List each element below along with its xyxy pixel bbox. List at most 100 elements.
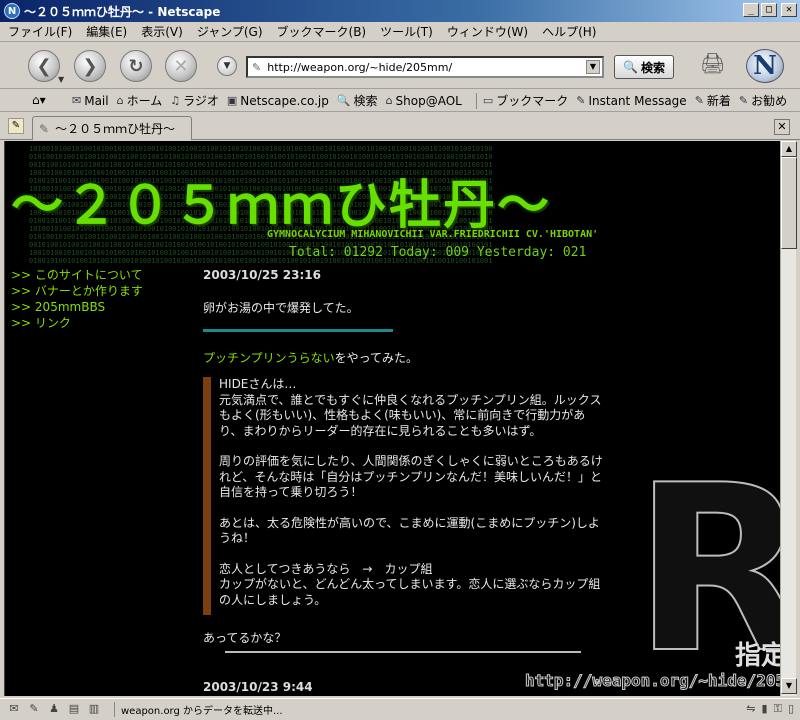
nav-link-about[interactable]: >> このサイトについて <box>11 267 143 283</box>
entry-date: 2003/10/25 23:16 <box>203 268 321 282</box>
new-tab-icon[interactable]: ✎ <box>8 118 24 134</box>
access-counter: Total: 01292 Today: 009 Yesterday: 021 <box>289 245 587 260</box>
search-button[interactable]: 🔍 検索 <box>614 55 674 79</box>
pudding-fortune-link[interactable]: プッチンプリンうらない <box>203 351 335 365</box>
tab-active[interactable]: ✎ ～２０５ｍｍひ牡丹～ <box>32 116 192 140</box>
reload-button[interactable]: ↻ <box>120 50 152 82</box>
personal-toolbar: ⌂▾ ✉ Mail ⌂ ホーム ♫ ラジオ ▣ Netscape.co.jp 🔍 検索 ⌂… <box>0 90 800 112</box>
pbar-mail[interactable]: ✉ Mail <box>72 94 109 108</box>
vertical-scrollbar[interactable]: ▲ ▼ <box>780 141 797 696</box>
url-bar: ✎ ▼ <box>246 56 604 78</box>
forward-button[interactable]: ❯ <box>74 50 106 82</box>
stop-icon: ✕ <box>173 55 189 77</box>
lock-icon: ⚿ <box>773 702 782 715</box>
print-icon[interactable]: 🖨 <box>700 51 728 77</box>
pbar-bookmarks[interactable]: ▭ ブックマーク <box>483 92 568 109</box>
site-logo-title: ～２０５ｍｍひ牡丹～ <box>11 176 552 236</box>
menu-view[interactable]: 表示(V) <box>141 23 183 40</box>
back-arrow-icon: ❮ <box>36 55 52 77</box>
r-rating-url: http://weapon.org/~hide/205mm <box>524 671 780 691</box>
netscape-app-icon[interactable]: N <box>4 3 20 19</box>
home-menu-icon[interactable]: ⌂▾ <box>32 93 46 107</box>
window-controls: _ □ ✕ <box>743 3 797 17</box>
netscape-logo[interactable]: N <box>746 49 784 83</box>
tab-bar: ✎ ✎ ～２０５ｍｍひ牡丹～ ✕ <box>0 113 800 140</box>
aim-icon[interactable]: ♟ <box>46 702 62 718</box>
window-titlebar[interactable]: N ～２０５ｍｍひ牡丹～ - Netscape _ □ ✕ <box>0 0 800 22</box>
nav-link-links[interactable]: >> リンク <box>11 315 143 331</box>
forward-arrow-icon: ❯ <box>82 55 98 77</box>
pbar-netscape[interactable]: ▣ Netscape.co.jp <box>227 94 329 108</box>
menu-help[interactable]: ヘルプ(H) <box>542 23 596 40</box>
menu-window[interactable]: ウィンドウ(W) <box>447 23 528 40</box>
page-icon: ✎ <box>39 121 50 136</box>
progress-icon: ▯ <box>787 702 794 715</box>
scroll-down-button[interactable]: ▼ <box>781 678 797 694</box>
close-tab-button[interactable]: ✕ <box>774 119 790 135</box>
entry-text: あってるかな？ <box>203 631 287 645</box>
menu-file[interactable]: ファイル(F) <box>8 23 72 40</box>
pbar-radio[interactable]: ♫ ラジオ <box>170 92 219 109</box>
bookmark-icon: ✎ <box>738 94 749 107</box>
search-icon: 🔍 <box>623 60 638 74</box>
close-button[interactable]: ✕ <box>781 3 797 17</box>
menu-bar: ファイル(F) 編集(E) 表示(V) ジャンプ(G) ブックマーク(B) ツー… <box>0 22 800 42</box>
back-dropdown-icon[interactable]: ▼ <box>58 75 68 85</box>
nav-link-bbs[interactable]: >> 205mmBBS <box>11 299 143 315</box>
my-icon: ▣ <box>226 94 238 107</box>
maximize-button[interactable]: □ <box>761 3 777 17</box>
address-book-icon[interactable]: ▤ <box>66 702 82 718</box>
radio-icon[interactable]: ▥ <box>86 702 102 718</box>
quote-line: 恋人としてつきあうなら → カップ組 <box>219 561 433 576</box>
headphones-icon: ♫ <box>170 94 181 107</box>
scroll-up-button[interactable]: ▲ <box>781 141 797 157</box>
pbar-recommended[interactable]: ✎ お勧め <box>739 92 787 109</box>
url-dropdown-icon[interactable]: ▼ <box>586 60 600 74</box>
home-icon: ⌂ <box>116 94 124 107</box>
entry-text: プッチンプリンうらないをやってみた。 <box>203 351 419 365</box>
status-bar: ✉ ✎ ♟ ▤ ▥ weapon.org からデータを転送中... ⇋ ▮ ⚿ … <box>0 698 800 720</box>
page-viewport: 1010010100101001010010100101001010010100… <box>4 141 780 696</box>
reload-icon: ↻ <box>128 55 144 77</box>
pbar-shop[interactable]: ⌂ Shop@AOL <box>386 94 462 108</box>
folder-icon: ▭ <box>482 94 494 107</box>
nav-link-banner[interactable]: >> バナーとか作ります <box>11 283 143 299</box>
menu-bookmarks[interactable]: ブックマーク(B) <box>277 23 367 40</box>
side-navigation: >> このサイトについて >> バナーとか作ります >> 205mmBBS >>… <box>11 267 143 331</box>
scroll-thumb[interactable] <box>781 157 797 249</box>
menu-tools[interactable]: ツール(T) <box>380 23 433 40</box>
pbar-search[interactable]: 🔍 検索 <box>337 92 378 109</box>
pbar-new[interactable]: ✎ 新着 <box>695 92 731 109</box>
bookmark-icon: ✎ <box>576 94 586 107</box>
pbar-instant-message[interactable]: ✎ Instant Message <box>576 94 686 108</box>
quote-block: HIDEさんは… 元気満点で、誰とでもすぐに仲良くなれるプッチンプリン組。ルック… <box>203 377 607 615</box>
connection-icon: ⇋ <box>746 702 756 715</box>
r-rating-label: 指定 <box>735 641 780 671</box>
menu-go[interactable]: ジャンプ(G) <box>197 23 263 40</box>
quote-paragraph: あとは、太る危険性が高いので、こまめに運動(こまめにプッチン)しようね！ <box>219 515 600 546</box>
toolbar-separator <box>475 92 477 109</box>
composer-icon[interactable]: ✎ <box>26 702 42 718</box>
url-input[interactable] <box>267 60 568 74</box>
quote-line: HIDEさんは… <box>219 377 297 391</box>
stop-button[interactable]: ✕ <box>165 50 197 82</box>
entry-text: 卵がお湯の中で爆発してた。 <box>203 301 359 315</box>
page-icon: ✎ <box>252 60 262 74</box>
entry-date: 2003/10/23 9:44 <box>203 680 313 694</box>
quote-paragraph: 周りの評価を気にしたり、人間関係のぎくしゃくに弱いところもあるけれど、そんな時は… <box>219 454 603 499</box>
mail-icon: ✉ <box>72 94 82 107</box>
history-dropdown-button[interactable]: ▼ <box>217 56 237 76</box>
search-icon: 🔍 <box>336 94 351 107</box>
quote-paragraph: 元気満点で、誰とでもすぐに仲良くなれるプッチンプリン組。ルックスもよく(形もいい… <box>219 392 602 438</box>
back-button[interactable]: ❮ <box>28 50 60 82</box>
menu-edit[interactable]: 編集(E) <box>86 23 127 40</box>
pbar-home[interactable]: ⌂ ホーム <box>117 92 163 109</box>
divider <box>203 329 393 332</box>
minimize-button[interactable]: _ <box>743 3 759 17</box>
search-button-label: 検索 <box>640 60 665 75</box>
tab-label: ～２０５ｍｍひ牡丹～ <box>55 122 176 136</box>
quote-paragraph: カップがないと、どんどん太ってしまいます。恋人に選ぶならカップ組の人にしましょう… <box>219 577 601 607</box>
navigation-toolbar: ❮ ▼ ❯ ↻ ✕ ▼ ✎ ▼ 🔍 検索 🖨 N <box>0 43 800 89</box>
entry-divider <box>225 651 581 653</box>
mail-icon[interactable]: ✉ <box>6 702 22 718</box>
